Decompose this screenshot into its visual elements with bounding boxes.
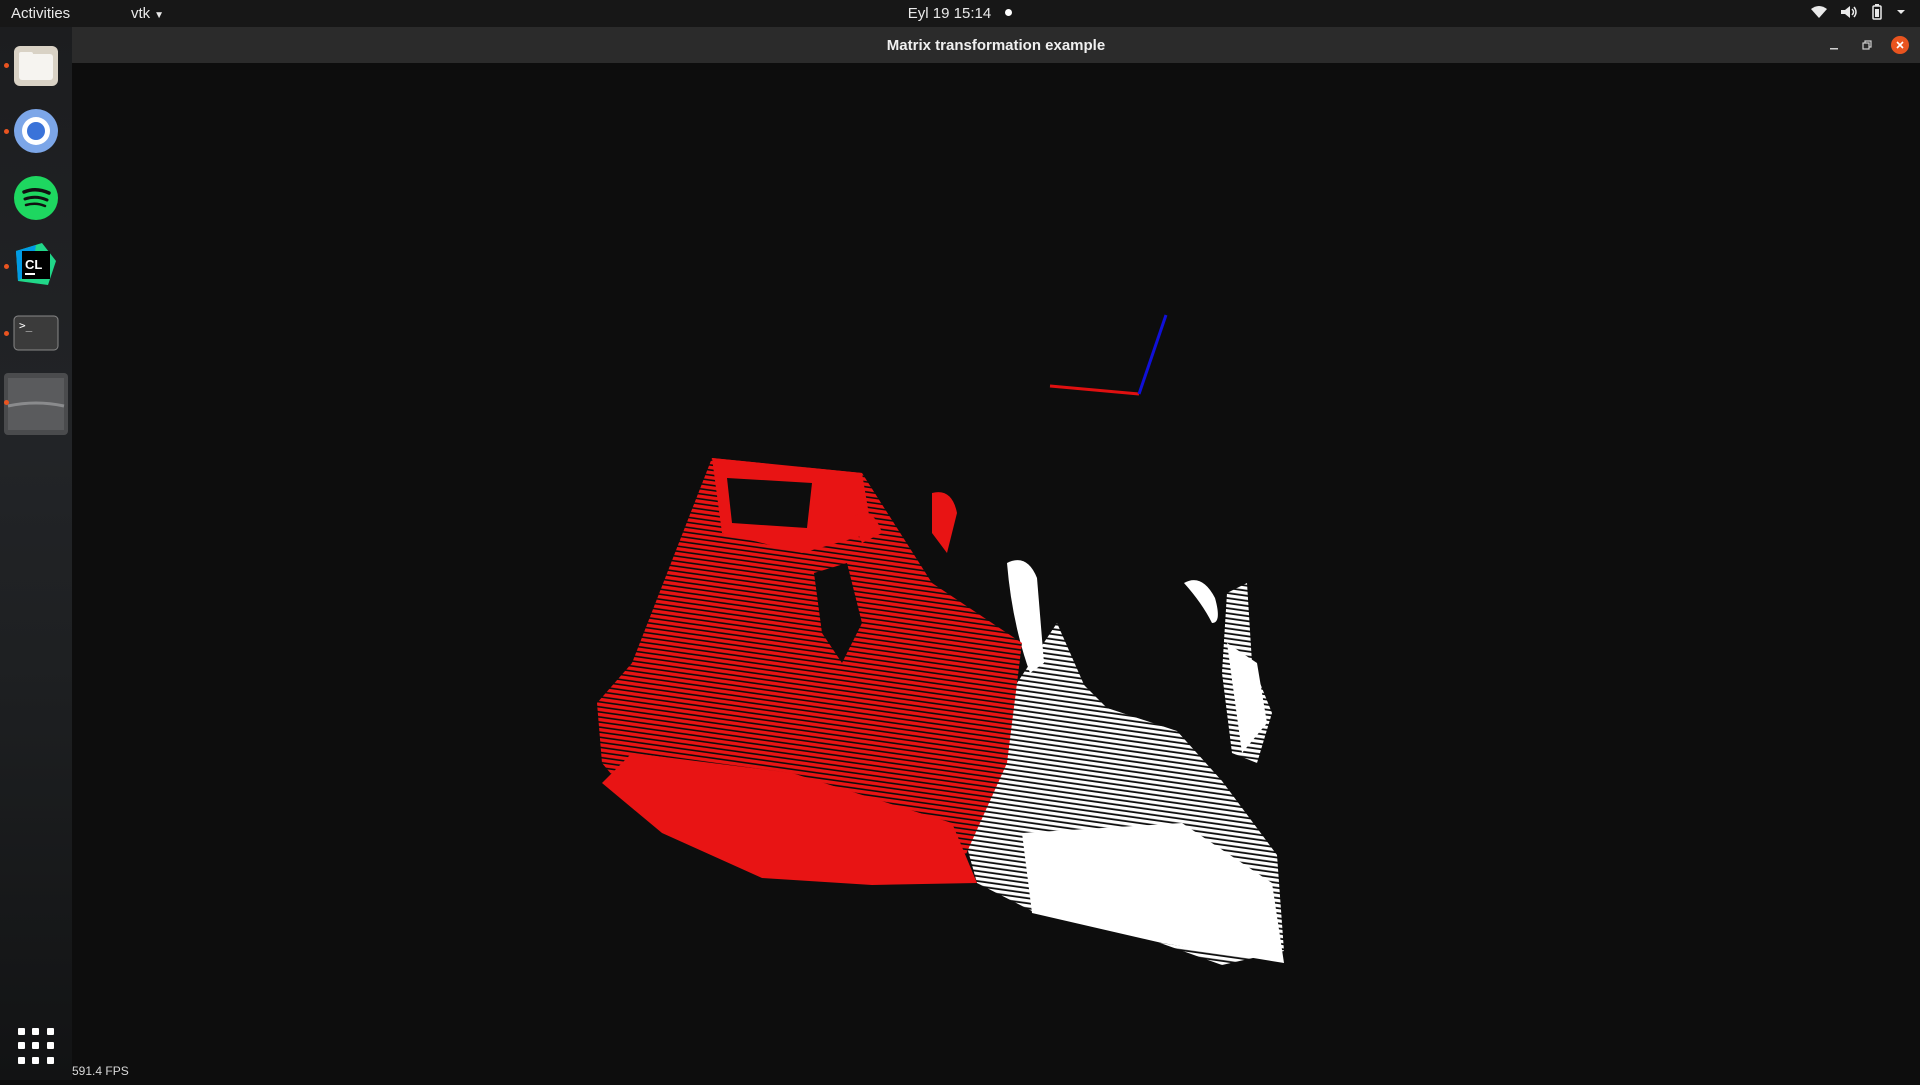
point-cloud-scene <box>597 314 1284 965</box>
app-menu-label: vtk <box>131 5 151 22</box>
dock-item-terminal[interactable]: >_ <box>9 306 63 360</box>
folder-icon <box>14 46 58 86</box>
minimize-button[interactable] <box>1825 36 1843 54</box>
running-indicator <box>4 331 9 336</box>
app-menu[interactable]: vtk ▼ <box>131 5 164 22</box>
x-axis-line <box>1049 384 1140 396</box>
window-title: Matrix transformation example <box>886 37 1106 54</box>
chromium-icon <box>14 109 58 153</box>
dock-item-vtk-window[interactable] <box>4 373 68 435</box>
svg-text:CL: CL <box>25 257 42 272</box>
minimize-icon <box>1830 48 1838 50</box>
close-icon <box>1896 41 1904 49</box>
chevron-down-icon: ▼ <box>154 10 165 21</box>
running-indicator <box>4 63 9 68</box>
maximize-button[interactable] <box>1858 36 1876 54</box>
close-button[interactable] <box>1891 36 1909 54</box>
wifi-icon <box>1811 6 1827 18</box>
system-menu-chevron-icon <box>1897 10 1905 14</box>
dock-item-clion[interactable]: CL <box>9 238 63 292</box>
clion-icon: CL <box>16 243 56 285</box>
system-tray[interactable] <box>1810 4 1906 20</box>
restore-icon <box>1862 40 1872 50</box>
vtk-window: Matrix transformation example <box>72 27 1920 1080</box>
show-applications-icon[interactable] <box>18 1028 54 1064</box>
terminal-icon: >_ <box>13 315 59 351</box>
dock-item-chromium[interactable] <box>9 104 63 158</box>
clock: Eyl 19 15:14 <box>0 5 1920 22</box>
window-titlebar[interactable]: Matrix transformation example <box>72 27 1920 64</box>
svg-text:>_: >_ <box>19 319 33 332</box>
battery-icon <box>1872 4 1882 20</box>
render-viewport[interactable] <box>72 63 1920 1080</box>
window-thumbnail-icon <box>7 378 65 430</box>
running-indicator <box>4 400 9 405</box>
spotify-icon <box>14 176 58 220</box>
notification-dot-icon <box>1005 9 1013 16</box>
clock-label[interactable]: Eyl 19 15:14 <box>908 5 991 22</box>
top-bar: Activities vtk ▼ Eyl 19 15:14 <box>0 0 1920 27</box>
fps-counter: 591.4 FPS <box>72 1064 129 1078</box>
dock-item-spotify[interactable] <box>9 171 63 225</box>
dock: CL >_ <box>0 27 73 1080</box>
dock-item-files[interactable] <box>9 39 63 93</box>
z-axis-line <box>1137 314 1168 395</box>
activities-button[interactable]: Activities <box>11 5 70 22</box>
source-point-cloud <box>597 458 1022 885</box>
running-indicator <box>4 264 9 269</box>
volume-icon <box>1841 6 1857 18</box>
running-indicator <box>4 129 9 134</box>
